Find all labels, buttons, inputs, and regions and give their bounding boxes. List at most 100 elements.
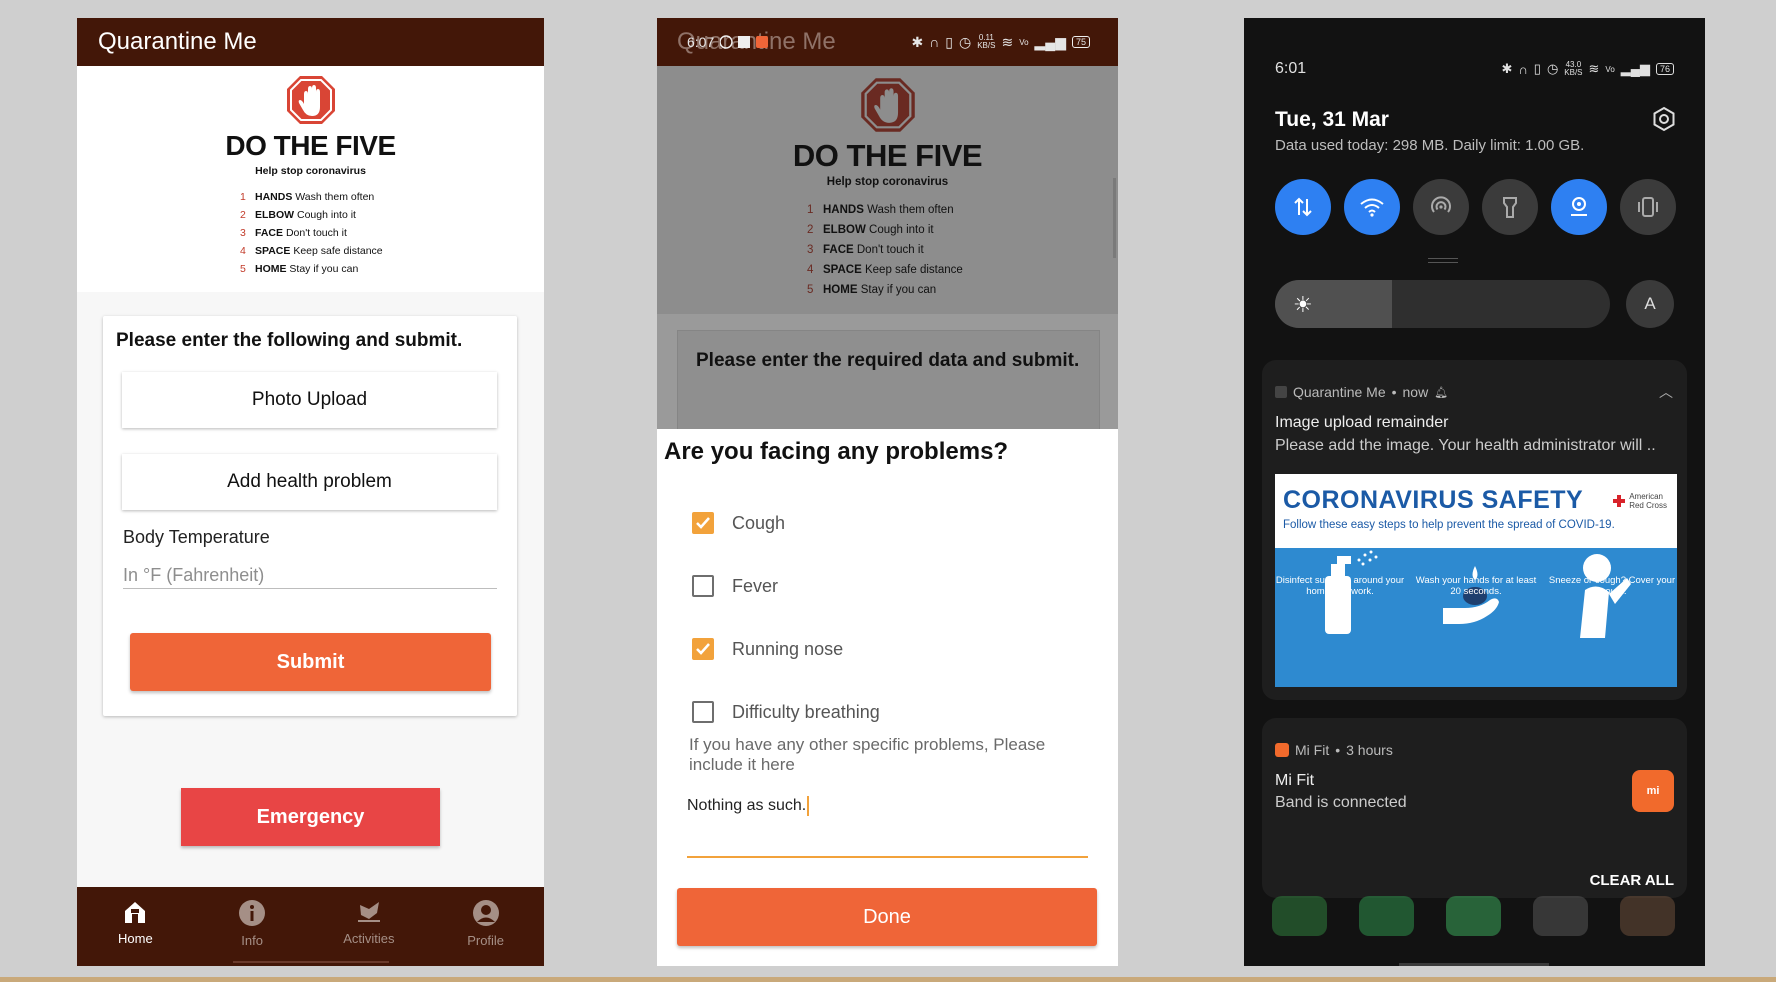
wifi-status-icon: ≋ — [1588, 61, 1600, 76]
notification-time: now — [1402, 384, 1429, 400]
body-temperature-input[interactable] — [123, 562, 497, 589]
checkbox-unchecked-icon[interactable] — [692, 575, 714, 597]
poster-step: 3 FACE Don't touch it — [240, 227, 347, 239]
tile-hotspot[interactable] — [1413, 179, 1469, 235]
checkbox-checked-icon[interactable] — [692, 638, 714, 660]
checkbox-running-nose[interactable]: Running nose — [692, 638, 843, 660]
brightness-slider[interactable]: ☀ — [1275, 280, 1610, 328]
scrollbar[interactable] — [1113, 178, 1116, 258]
status-icons: ✱ ∩ ▯ ◷ 43.0 KB/S ≋ Vo ▂▄▆ 76 — [1502, 60, 1674, 78]
emergency-button[interactable]: Emergency — [181, 788, 440, 846]
poster-title: DO THE FIVE — [225, 130, 396, 161]
stop-hand-icon — [860, 78, 915, 132]
notification-meta: Mi Fit • 3 hours — [1275, 742, 1393, 758]
red-cross-icon — [1613, 495, 1626, 507]
bell-icon: 🔔︎ — [1434, 386, 1449, 399]
nav-item-home[interactable]: Home — [77, 887, 194, 966]
home-dock-peek — [1244, 896, 1705, 936]
mobile-data-icon — [1294, 197, 1312, 217]
tile-vibrate[interactable] — [1620, 179, 1676, 235]
mi-fit-small-icon — [1275, 743, 1289, 757]
tip-caption: Disinfect surfaces around your home and … — [1275, 575, 1405, 597]
page-bottom-rule — [0, 977, 1776, 982]
checkbox-checked-icon[interactable] — [692, 512, 714, 534]
tile-wifi[interactable] — [1344, 179, 1400, 235]
meta-separator: • — [1391, 384, 1397, 400]
bluetooth-icon: ✱ — [1501, 61, 1513, 76]
tile-location[interactable] — [1551, 179, 1607, 235]
wifi-status-icon: ≋ — [1001, 33, 1014, 50]
notification-time: 3 hours — [1346, 742, 1393, 758]
poster-step: 5 HOME Stay if you can — [240, 263, 359, 275]
alarm-icon: ◷ — [959, 33, 972, 50]
checkbox-fever[interactable]: Fever — [692, 575, 778, 597]
poster-step: 2 ELBOW Cough into it — [807, 224, 934, 236]
meta-separator: • — [1335, 742, 1341, 758]
poster-subtitle: Help stop coronavirus — [826, 176, 949, 188]
checkbox-label: Difficulty breathing — [732, 701, 880, 722]
checkbox-label: Running nose — [732, 638, 844, 659]
signal-icon: ▂▄▆ — [1034, 33, 1066, 50]
poster-step: 1 HANDS Wash them often — [807, 204, 954, 216]
home-gesture-bar — [1399, 963, 1549, 966]
drag-handle[interactable] — [1428, 258, 1458, 263]
checkbox-difficulty-breathing[interactable]: Difficulty breathing — [692, 701, 880, 723]
tip-caption: Wash your hands for at least 20 seconds. — [1415, 575, 1537, 597]
notification-app-name: Quarantine Me — [1293, 384, 1386, 400]
nav-label-activities: Activities — [343, 931, 395, 946]
submit-button[interactable]: Submit — [130, 633, 491, 691]
profile-icon — [472, 900, 499, 926]
notification-title: Mi Fit — [1275, 772, 1315, 789]
nav-item-profile[interactable]: Profile — [427, 887, 544, 966]
battery-icon: 75 — [1071, 36, 1090, 48]
checkbox-cough[interactable]: Cough — [692, 512, 785, 534]
camera-app-icon — [1533, 896, 1588, 936]
network-speed: 43.0 KB/S — [1564, 60, 1583, 77]
add-health-problem-button[interactable]: Add health problem — [122, 454, 497, 510]
status-bar-left: 6:07 — [687, 18, 780, 66]
other-problems-value: Nothing as such. — [687, 797, 807, 815]
headset-icon: ∩ — [1518, 61, 1528, 77]
tile-flashlight[interactable] — [1482, 179, 1538, 235]
do-the-five-poster: DO THE FIVE Help stop coronavirus 1 HANDS… — [77, 66, 544, 292]
photo-upload-button[interactable]: Photo Upload — [122, 372, 497, 428]
nav-item-activities[interactable]: Activities — [311, 887, 428, 966]
tile-mobile-data[interactable] — [1275, 179, 1331, 235]
form-heading: Please enter the required data and submi… — [696, 350, 1080, 371]
auto-brightness-button[interactable]: A — [1626, 280, 1674, 328]
activities-icon — [357, 902, 380, 922]
dialog-title: Are you facing any problems? — [664, 438, 1009, 465]
do-the-five-poster-dimmed: DO THE FIVE Help stop coronavirus 1 HANDS… — [657, 66, 1118, 314]
vibrate-status-icon: ▯ — [1533, 61, 1541, 76]
quick-settings-tiles — [1275, 179, 1676, 235]
messages-app-icon — [1272, 896, 1327, 936]
done-button[interactable]: Done — [677, 888, 1097, 946]
flashlight-icon — [1503, 197, 1517, 218]
entry-form-card-dimmed: Please enter the required data and submi… — [677, 330, 1100, 429]
checkbox-label: Fever — [732, 575, 779, 596]
settings-gear-icon[interactable] — [1651, 106, 1677, 132]
clear-all-button[interactable]: CLEAR ALL — [1590, 872, 1674, 889]
notification-quarantine-me[interactable]: Quarantine Me • now 🔔︎ ︿ Image upload re… — [1262, 360, 1687, 700]
other-problems-input[interactable]: Nothing as such. — [687, 796, 810, 816]
location-icon — [1571, 197, 1587, 216]
info-icon — [239, 900, 266, 926]
app-bar-title: Quarantine Me — [77, 18, 544, 66]
entry-form-card: Please enter the following and submit. P… — [103, 316, 517, 716]
whatsapp-app-icon — [1446, 896, 1501, 936]
bluetooth-icon: ✱ — [911, 33, 924, 50]
vibrate-icon — [1638, 197, 1658, 217]
phone-app-icon — [1359, 896, 1414, 936]
status-time: 6:07 — [687, 34, 715, 50]
notification-mi-fit[interactable]: Mi Fit • 3 hours Mi Fit Band is connecte… — [1262, 718, 1687, 898]
chevron-up-icon[interactable]: ︿ — [1659, 382, 1673, 402]
poster-step: 3 FACE Don't touch it — [807, 244, 924, 256]
dimmed-background[interactable]: Quarantine Me 6:07 ✱ ∩ ▯ ◷ 0.11 KB/S ≋ Vo… — [657, 18, 1118, 429]
home-icon — [125, 902, 146, 923]
nav-item-info[interactable]: Info — [194, 887, 311, 966]
checkbox-unchecked-icon[interactable] — [692, 701, 714, 723]
red-cross-logo: American Red Cross — [1612, 492, 1667, 510]
poster-step: 2 ELBOW Cough into it — [240, 209, 356, 221]
app-small-icon — [1275, 386, 1287, 398]
poster-step: 1 HANDS Wash them often — [240, 191, 375, 203]
